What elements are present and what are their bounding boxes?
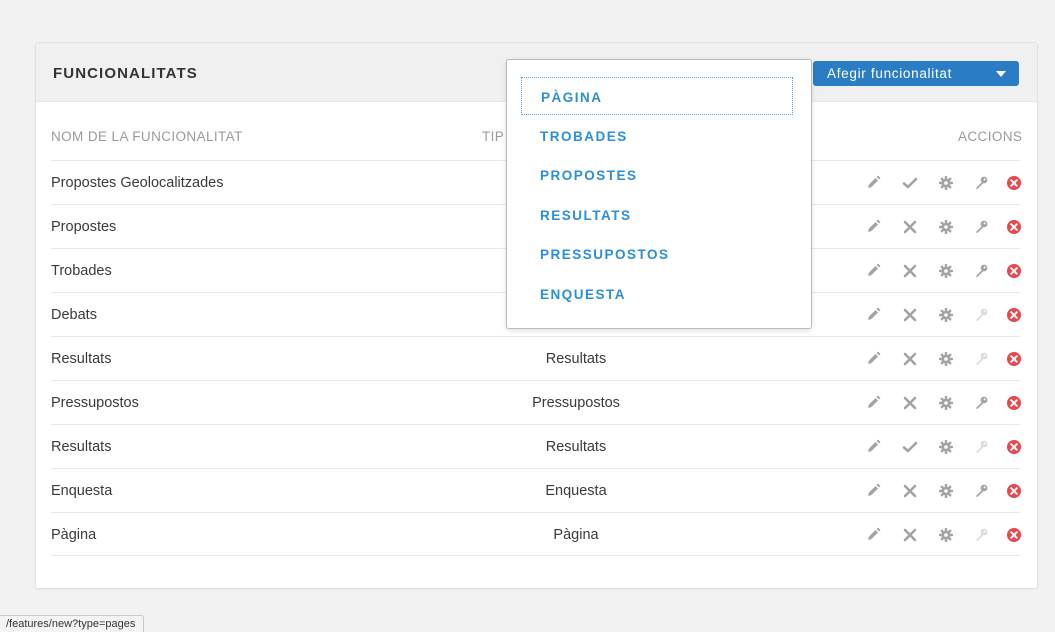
edit-icon[interactable] <box>863 349 883 369</box>
feature-name-cell: Resultats <box>51 351 112 367</box>
delete-icon[interactable] <box>1004 393 1024 413</box>
edit-icon[interactable] <box>863 525 883 545</box>
dropdown-item[interactable]: RESULTATS <box>521 196 793 234</box>
dropdown-item-label: PRESSUPOSTOS <box>540 247 670 262</box>
column-header-name: NOM DE LA FUNCIONALITAT <box>51 129 243 144</box>
feature-name-cell: Resultats <box>51 439 112 455</box>
permissions-key-icon[interactable] <box>971 393 991 413</box>
settings-gear-icon[interactable] <box>936 217 956 237</box>
feature-name-cell: Enquesta <box>51 483 113 499</box>
feature-name-cell: Propostes <box>51 219 117 235</box>
row-actions <box>863 261 1021 281</box>
edit-icon[interactable] <box>863 305 883 325</box>
edit-icon[interactable] <box>863 393 883 413</box>
row-actions <box>863 305 1021 325</box>
permissions-key-icon <box>971 437 991 457</box>
dropdown-item[interactable]: PROPOSTES <box>521 156 793 194</box>
settings-gear-icon[interactable] <box>936 393 956 413</box>
dropdown-item-label: PROPOSTES <box>540 168 638 183</box>
row-actions <box>863 525 1021 545</box>
publish-check-icon[interactable] <box>900 173 920 193</box>
dropdown-item-label: ENQUESTA <box>540 286 627 302</box>
permissions-key-icon[interactable] <box>971 217 991 237</box>
row-actions <box>863 393 1021 413</box>
caret-down-icon <box>996 71 1006 77</box>
delete-icon[interactable] <box>1004 305 1024 325</box>
dropdown-item-label: PÀGINA <box>541 90 603 105</box>
delete-icon[interactable] <box>1004 437 1024 457</box>
settings-gear-icon[interactable] <box>936 173 956 193</box>
column-header-actions: ACCIONS <box>958 129 1023 144</box>
delete-icon[interactable] <box>1004 349 1024 369</box>
feature-type-cell: Pàgina <box>553 527 599 543</box>
feature-name-cell: Propostes Geolocalitzades <box>51 175 224 191</box>
unpublish-x-icon[interactable] <box>900 393 920 413</box>
dropdown-item[interactable]: PRESSUPOSTOS <box>521 235 793 273</box>
delete-icon[interactable] <box>1004 217 1024 237</box>
permissions-key-icon[interactable] <box>971 261 991 281</box>
feature-type-cell: Enquesta <box>545 483 607 499</box>
row-actions <box>863 173 1021 193</box>
edit-icon[interactable] <box>863 217 883 237</box>
table-row: Pàgina Pàgina <box>51 512 1021 557</box>
settings-gear-icon[interactable] <box>936 349 956 369</box>
delete-icon[interactable] <box>1004 173 1024 193</box>
table-row: Enquesta Enquesta <box>51 468 1021 513</box>
permissions-key-icon[interactable] <box>971 173 991 193</box>
settings-gear-icon[interactable] <box>936 305 956 325</box>
feature-name-cell: Debats <box>51 307 97 323</box>
edit-icon[interactable] <box>863 261 883 281</box>
feature-type-dropdown: PÀGINA TROBADES PROPOSTES RESULTATS PRESSUPO… <box>506 59 812 329</box>
unpublish-x-icon[interactable] <box>900 481 920 501</box>
table-bottom-border <box>51 555 1020 556</box>
publish-check-icon[interactable] <box>900 437 920 457</box>
settings-gear-icon[interactable] <box>936 481 956 501</box>
unpublish-x-icon[interactable] <box>900 349 920 369</box>
permissions-key-icon <box>971 349 991 369</box>
settings-gear-icon[interactable] <box>936 525 956 545</box>
edit-icon[interactable] <box>863 437 883 457</box>
panel-title: FUNCIONALITATS <box>53 65 198 82</box>
feature-type-cell: Resultats <box>545 439 607 455</box>
edit-icon[interactable] <box>863 481 883 501</box>
feature-name-cell: Pàgina <box>51 527 97 543</box>
permissions-key-icon <box>971 525 991 545</box>
row-actions <box>863 349 1021 369</box>
add-feature-button[interactable]: Afegir funcionalitat <box>813 61 1019 86</box>
delete-icon[interactable] <box>1004 525 1024 545</box>
edit-icon[interactable] <box>863 173 883 193</box>
table-row: Pressupostos Pressupostos <box>51 380 1021 425</box>
add-feature-button-label: Afegir funcionalitat <box>827 66 953 81</box>
permissions-key-icon <box>971 305 991 325</box>
unpublish-x-icon[interactable] <box>900 217 920 237</box>
permissions-key-icon[interactable] <box>971 481 991 501</box>
feature-name-cell: Pressupostos <box>51 395 139 411</box>
dropdown-item-label: RESULTATS <box>540 207 632 223</box>
delete-icon[interactable] <box>1004 481 1024 501</box>
browser-status-bar: /features/new?type=pages <box>0 615 145 632</box>
unpublish-x-icon[interactable] <box>900 305 920 325</box>
table-row: Resultats Resultats <box>51 336 1021 381</box>
dropdown-item[interactable]: PÀGINA <box>521 77 793 115</box>
feature-type-cell: Pressupostos <box>532 395 620 411</box>
dropdown-item[interactable]: TROBADES <box>521 117 793 155</box>
settings-gear-icon[interactable] <box>936 261 956 281</box>
dropdown-item[interactable]: ENQUESTA <box>521 275 793 313</box>
unpublish-x-icon[interactable] <box>900 261 920 281</box>
table-row: Resultats Resultats <box>51 424 1021 469</box>
row-actions <box>863 481 1021 501</box>
delete-icon[interactable] <box>1004 261 1024 281</box>
column-header-type: TIP <box>482 129 505 144</box>
unpublish-x-icon[interactable] <box>900 525 920 545</box>
settings-gear-icon[interactable] <box>936 437 956 457</box>
dropdown-item-label: TROBADES <box>540 128 628 144</box>
feature-type-cell: Resultats <box>545 351 607 367</box>
feature-name-cell: Trobades <box>51 263 112 279</box>
row-actions <box>863 217 1021 237</box>
row-actions <box>863 437 1021 457</box>
